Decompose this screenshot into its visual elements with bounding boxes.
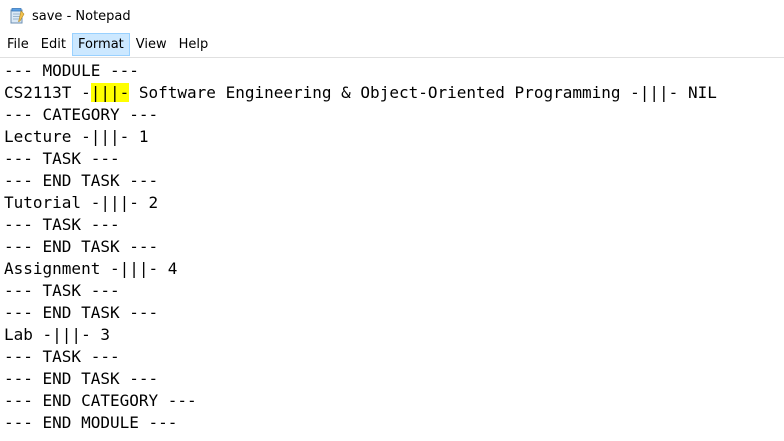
text-line: --- TASK --- bbox=[4, 149, 120, 168]
text-line: Assignment -|||- 4 bbox=[4, 259, 178, 278]
text-line: --- END CATEGORY --- bbox=[4, 391, 197, 410]
menu-bar: File Edit Format View Help bbox=[0, 33, 784, 56]
text-line: --- END TASK --- bbox=[4, 171, 159, 190]
text-line: --- TASK --- bbox=[4, 347, 120, 366]
text-line: --- END TASK --- bbox=[4, 303, 159, 322]
text-line: --- MODULE --- bbox=[4, 61, 139, 80]
menu-edit[interactable]: Edit bbox=[35, 33, 72, 56]
text-line: --- TASK --- bbox=[4, 281, 120, 300]
text-line: Tutorial -|||- 2 bbox=[4, 193, 159, 212]
text-line: Lecture -|||- 1 bbox=[4, 127, 149, 146]
text-line: --- TASK --- bbox=[4, 215, 120, 234]
text-line: Lab -|||- 3 bbox=[4, 325, 110, 344]
title-bar[interactable]: save - Notepad bbox=[0, 0, 784, 32]
highlighted-selection: |||- bbox=[90, 83, 130, 102]
window-title: save - Notepad bbox=[32, 8, 131, 24]
text-editor[interactable]: --- MODULE --- CS2113T -|||- Software Eng… bbox=[0, 57, 784, 441]
menu-help[interactable]: Help bbox=[173, 33, 215, 56]
menu-file[interactable]: File bbox=[1, 33, 35, 56]
text-line: CS2113T -|||- Software Engineering & Obj… bbox=[4, 83, 717, 102]
notepad-icon bbox=[9, 8, 25, 24]
text-line: --- CATEGORY --- bbox=[4, 105, 159, 124]
text-line: --- END TASK --- bbox=[4, 369, 159, 388]
menu-format[interactable]: Format bbox=[71, 33, 130, 56]
text-line: --- END MODULE --- bbox=[4, 413, 178, 432]
notepad-window: save - Notepad File Edit Format View Hel… bbox=[0, 0, 784, 441]
editor-lines: --- MODULE --- CS2113T -|||- Software Eng… bbox=[4, 60, 717, 434]
text-line: --- END TASK --- bbox=[4, 237, 159, 256]
menu-view[interactable]: View bbox=[130, 33, 173, 56]
